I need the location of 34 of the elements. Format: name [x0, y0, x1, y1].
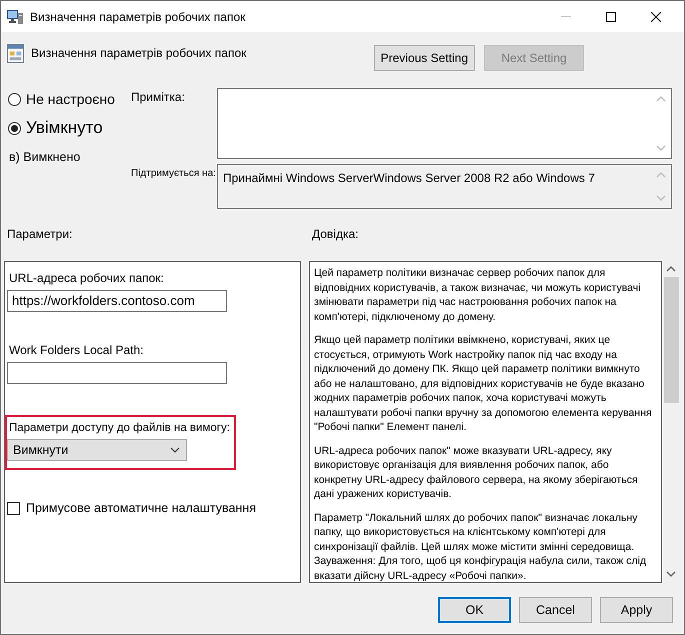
field-label: Work Folders Local Path: [8, 343, 144, 357]
nav-button[interactable]: Previous Setting [374, 45, 475, 71]
setting-title: Визначення параметрів робочих папок [31, 46, 246, 60]
dialog-button[interactable]: OK [438, 597, 511, 623]
field-label: Параметри доступу до файлів на вимогу: [8, 422, 230, 434]
text-field[interactable]: https://workfolders.contoso.com [7, 290, 227, 312]
scrollbar-thumb[interactable] [664, 277, 678, 403]
comment-label: Примітка: [130, 89, 186, 106]
text-field[interactable] [7, 362, 227, 384]
help-paragraph: Цей параметр політики визначає сервер робочих папок для відповідних користувачів, а також визначає, чи можуть користувачі змінювати параметри під час настроювання робочих папок на комп'ютері, підключеному до домену. [314, 266, 642, 324]
computer-icon [7, 10, 23, 24]
checkbox[interactable] [7, 502, 20, 514]
checkbox-label[interactable]: Примусове автоматичне налаштування [26, 501, 256, 515]
help-paragraph: Якщо цей параметр політики ввімкнено, користувачі, яких це стосується, отримують Work настройку папок під час входу на підключений до домену ПК. Якщо цей параметр політики вимкнуто або не налаштовано, для відповідних користувачів не буде вказано жодних параметрів робочих папок, хоча користувачі можуть налаштувати робочі папки вручну за допомогою елемента керування "Робочі папки" Елемент панелі. [314, 333, 653, 434]
scroll-down-icon[interactable] [666, 571, 676, 577]
form-window-icon [7, 44, 24, 63]
radio-button[interactable] [8, 92, 21, 106]
help-paragraph: Параметр "Локальний шлях до робочих папок" визначає локальну папку, що використовується на клієнтському комп'ютері для синхронізації файлів. Цей шлях може містити змінні середовища. Зауваження: Для того, щоб ця конфігурація набула сили, також слід вказати дійсну URL-адресу «Робочі папки». [314, 510, 648, 583]
option-label[interactable]: Не настроєно [26, 91, 115, 107]
supported-on-value: Принаймні Windows ServerWindows Server 2008 R2 або Windows 7 [222, 170, 596, 187]
dialog-button[interactable]: Cancel [519, 597, 592, 623]
window-title: Визначення параметрів робочих папок [30, 10, 246, 24]
scroll-up-icon[interactable] [666, 266, 676, 272]
help-heading: Довідка: [312, 227, 358, 242]
help-paragraph: URL-адреса робочих папок" може вказувати URL-адресу, яку використовує організація для виявлення робочих папок, або конкретну URL-адресу файлового сервера, на якому зберігаються дані уражених користувачів. [314, 444, 639, 502]
radio-button[interactable] [8, 122, 21, 134]
dialog-button[interactable]: Apply [600, 597, 673, 623]
chevron-down-icon [170, 447, 180, 453]
option-label[interactable]: Увімкнуто [26, 118, 103, 138]
field-label: URL-адреса робочих папок: [8, 271, 164, 285]
option-label[interactable]: в) Вимкнено [9, 150, 80, 164]
supported-on-label: Підтримується на: [130, 167, 217, 181]
options-heading: Параметри: [7, 227, 74, 242]
dropdown[interactable]: Вимкнути [7, 439, 187, 461]
